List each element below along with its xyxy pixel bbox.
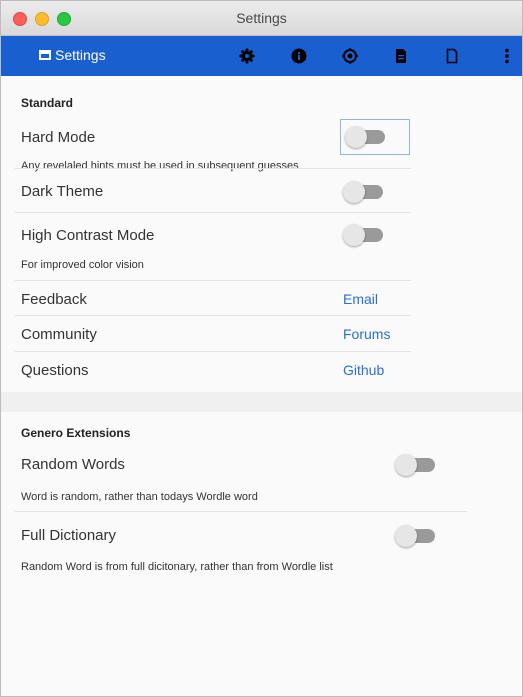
setting-row-random-words: Random Words Word is random, rather than… bbox=[15, 434, 467, 512]
info-icon[interactable] bbox=[291, 48, 307, 64]
more-vertical-icon[interactable] bbox=[499, 48, 515, 64]
gear-icon[interactable] bbox=[239, 48, 255, 64]
setting-label: Community bbox=[21, 326, 97, 343]
setting-label: Full Dictionary bbox=[21, 527, 117, 544]
high-contrast-toggle[interactable] bbox=[343, 224, 385, 246]
toolbar: Settings bbox=[1, 36, 522, 76]
target-icon[interactable] bbox=[342, 48, 358, 64]
setting-label: Feedback bbox=[21, 291, 87, 308]
setting-description: For improved color vision bbox=[21, 259, 144, 271]
toggle-knob bbox=[345, 126, 367, 148]
random-words-toggle[interactable] bbox=[395, 454, 437, 476]
settings-window: Settings Settings Standard Hard Mode Any… bbox=[0, 0, 523, 697]
toggle-knob bbox=[343, 224, 365, 246]
setting-description: Word is random, rather than todays Wordl… bbox=[21, 491, 258, 503]
toolbar-title-label: Settings bbox=[55, 47, 106, 63]
setting-row-community: Community Forums bbox=[15, 316, 411, 352]
document-filled-icon[interactable] bbox=[393, 48, 409, 64]
setting-row-feedback: Feedback Email bbox=[15, 281, 411, 316]
setting-row-full-dictionary: Full Dictionary Random Word is from full… bbox=[15, 512, 467, 582]
hard-mode-toggle[interactable] bbox=[345, 126, 387, 148]
setting-label: Questions bbox=[21, 362, 89, 379]
dark-theme-toggle[interactable] bbox=[343, 181, 385, 203]
setting-row-high-contrast: High Contrast Mode For improved color vi… bbox=[15, 213, 411, 281]
full-dictionary-toggle[interactable] bbox=[395, 525, 437, 547]
setting-description: Random Word is from full dicitonary, rat… bbox=[21, 561, 333, 573]
toggle-knob bbox=[343, 181, 365, 203]
toggle-knob bbox=[395, 454, 417, 476]
window-icon bbox=[39, 50, 51, 60]
title-bar: Settings bbox=[1, 1, 522, 36]
setting-row-dark-theme: Dark Theme bbox=[15, 169, 411, 213]
document-outline-icon[interactable] bbox=[444, 48, 460, 64]
toggle-knob bbox=[395, 525, 417, 547]
settings-content: Standard Hard Mode Any revelaled hints m… bbox=[1, 76, 522, 582]
toolbar-title[interactable]: Settings bbox=[39, 47, 106, 63]
community-forums-link[interactable]: Forums bbox=[343, 326, 390, 342]
setting-label: Random Words bbox=[21, 456, 125, 473]
feedback-email-link[interactable]: Email bbox=[343, 291, 378, 307]
setting-label: Dark Theme bbox=[21, 183, 104, 200]
window-title: Settings bbox=[236, 10, 287, 26]
setting-label: Hard Mode bbox=[21, 129, 96, 146]
setting-row-questions: Questions Github bbox=[15, 352, 411, 387]
setting-row-hard-mode: Hard Mode Any revelaled hints must be us… bbox=[15, 99, 411, 172]
questions-github-link[interactable]: Github bbox=[343, 362, 384, 378]
section-spacer bbox=[1, 392, 522, 412]
setting-label: High Contrast Mode bbox=[21, 227, 155, 244]
